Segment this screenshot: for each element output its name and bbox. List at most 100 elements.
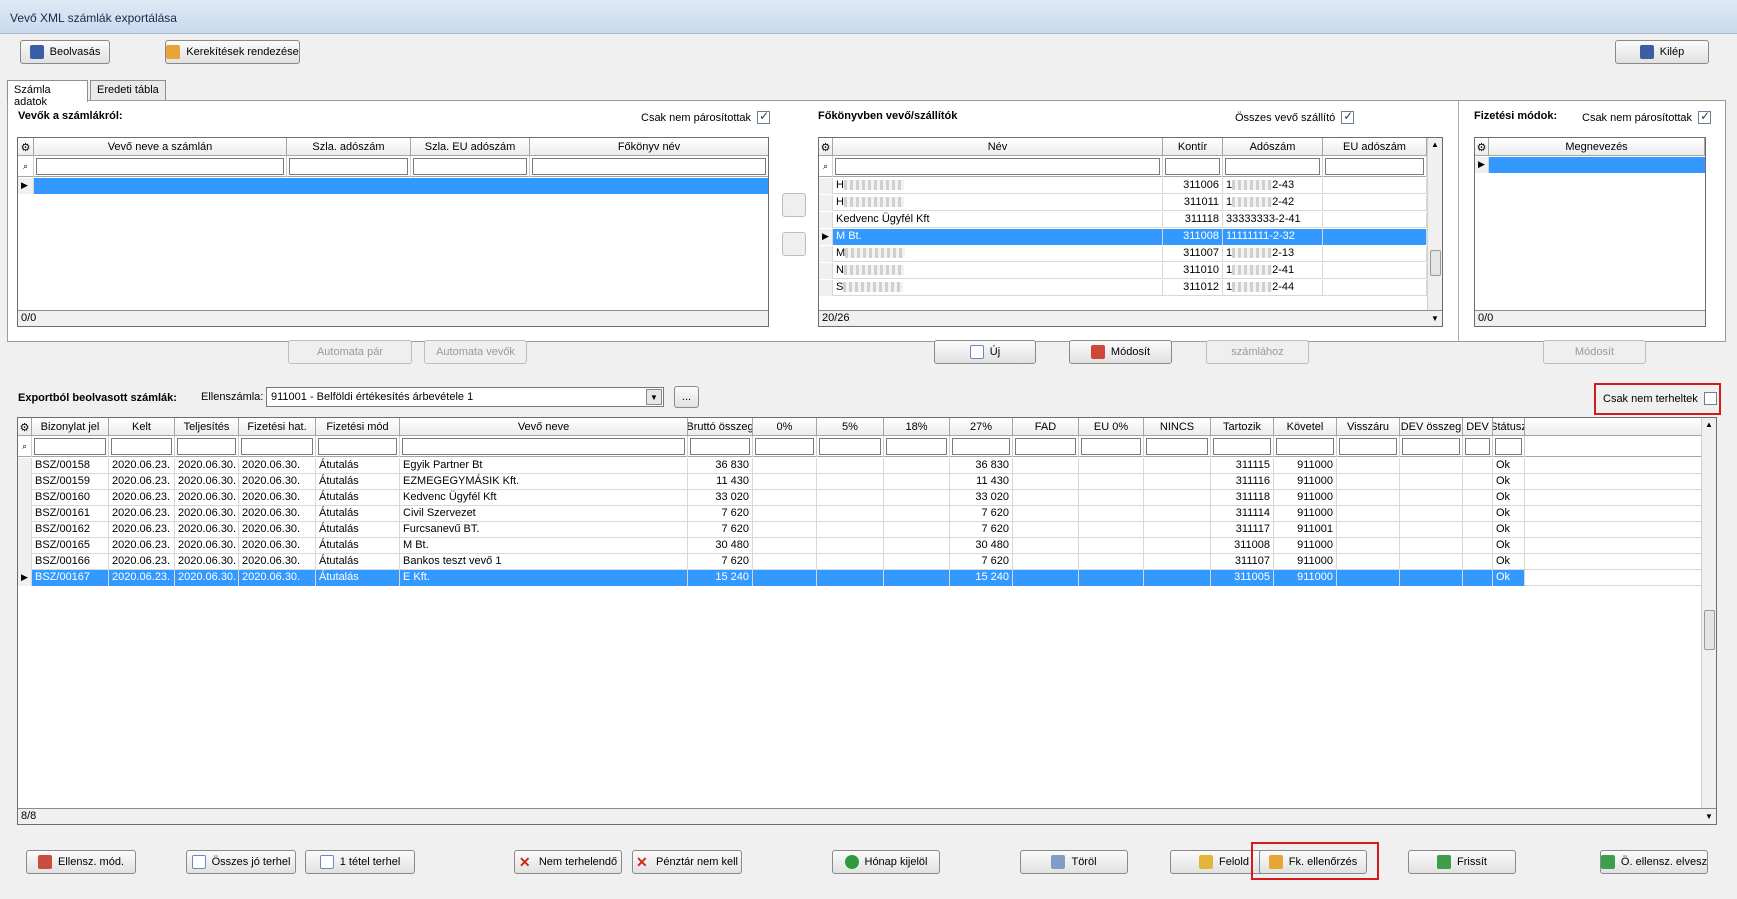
table-row[interactable]: N 311010 1 2-41 [819,263,1427,279]
col-header[interactable]: Kontír [1163,138,1223,156]
table-row[interactable]: H 311006 1 2-43 [819,178,1427,194]
scroll-thumb[interactable] [1430,250,1441,276]
col-header[interactable]: 5% [817,418,884,436]
table-row[interactable]: ▶ M Bt. 311008 11111111-2-32 [819,229,1427,245]
modosit-button[interactable]: Módosít [1069,340,1172,364]
scroll-thumb[interactable] [1704,610,1715,650]
table-row[interactable]: BSZ/00165 2020.06.23. 2020.06.30. 2020.06.3… [18,538,1701,554]
col-header[interactable]: Adószám [1223,138,1323,156]
grid-settings-icon[interactable]: ⚙ [18,418,32,436]
col-header[interactable]: Bizonylat jel [32,418,109,436]
pair-arrow-button[interactable] [782,193,806,217]
filter-input[interactable] [1323,156,1427,177]
filter-input[interactable] [833,156,1163,177]
filter-input[interactable] [950,436,1013,457]
filter-input[interactable] [688,436,753,457]
tab-szamla-adatok[interactable]: Számla adatok [7,80,88,108]
o-ellensz-elvesz-button[interactable]: Ö. ellensz. elvesz [1600,850,1708,874]
filter-input[interactable] [817,436,884,457]
filter-input[interactable] [411,156,530,177]
szamlahoz-button[interactable]: számlához [1206,340,1309,364]
filter-input[interactable] [1337,436,1400,457]
fizmod-modosit-button[interactable]: Módosít [1543,340,1646,364]
ellensz-mod-button[interactable]: Ellensz. mód. [26,850,136,874]
col-header[interactable]: Visszáru [1337,418,1400,436]
uj-button[interactable]: Új [934,340,1036,364]
vertical-scrollbar[interactable]: ▲ ▼ [1427,138,1442,323]
table-row[interactable]: BSZ/00162 2020.06.23. 2020.06.30. 2020.06.3… [18,522,1701,538]
filter-input[interactable] [32,436,109,457]
col-header[interactable]: Fizetési hat. [239,418,316,436]
filter-input[interactable] [1493,436,1525,457]
automata-par-button[interactable]: Automata pár [288,340,412,364]
unpair-arrow-button[interactable] [782,232,806,256]
filter-input[interactable] [753,436,817,457]
col-header[interactable]: Teljesítés [175,418,239,436]
penztar-nem-kell-button[interactable]: ✕ Pénztár nem kell [632,850,742,874]
filter-input[interactable] [1223,156,1323,177]
col-header[interactable]: DEV [1463,418,1493,436]
table-row[interactable]: BSZ/00159 2020.06.23. 2020.06.30. 2020.06.3… [18,474,1701,490]
ellenszamla-select[interactable]: 911001 - Belföldi értékesítés árbevétele… [266,387,664,407]
chevron-down-icon[interactable]: ▼ [646,389,662,405]
col-header[interactable]: Követel [1274,418,1337,436]
filter-input[interactable] [1274,436,1337,457]
col-header[interactable]: 27% [950,418,1013,436]
filter-input[interactable] [1144,436,1211,457]
table-row[interactable]: M 311007 1 2-13 [819,246,1427,262]
scroll-up-icon[interactable]: ▲ [1431,140,1439,149]
filter-input[interactable] [287,156,411,177]
kerekitesek-button[interactable]: Kerekítések rendezése [165,40,300,64]
col-header[interactable]: EU adószám [1323,138,1427,156]
filter-input[interactable] [1079,436,1144,457]
table-row[interactable]: BSZ/00166 2020.06.23. 2020.06.30. 2020.06.3… [18,554,1701,570]
nem-terhelendo-button[interactable]: ✕ Nem terhelendő [514,850,622,874]
right-unpaired-checkbox[interactable]: Csak nem párosítottak [1582,109,1712,124]
table-row[interactable]: ▶ [18,178,768,194]
browse-button[interactable]: ... [674,386,699,408]
col-header[interactable]: FAD [1013,418,1079,436]
col-header[interactable]: 18% [884,418,950,436]
beolvasas-button[interactable]: Beolvasás [20,40,110,64]
filter-input[interactable] [1463,436,1493,457]
col-header[interactable]: Név [833,138,1163,156]
filter-input[interactable] [316,436,400,457]
col-header[interactable]: Megnevezés [1489,138,1705,156]
filter-input[interactable] [34,156,287,177]
egy-tetel-terhel-button[interactable]: 1 tétel terhel [305,850,415,874]
tab-eredeti-tabla[interactable]: Eredeti tábla [90,80,166,101]
table-row[interactable]: BSZ/00160 2020.06.23. 2020.06.30. 2020.06.3… [18,490,1701,506]
col-header[interactable]: Kelt [109,418,175,436]
col-header[interactable]: Szla. EU adószám [411,138,530,156]
table-row[interactable]: BSZ/00161 2020.06.23. 2020.06.30. 2020.06.3… [18,506,1701,522]
table-row[interactable]: BSZ/00158 2020.06.23. 2020.06.30. 2020.06.3… [18,458,1701,474]
table-row[interactable]: ▶ BSZ/00167 2020.06.23. 2020.06.30. 2020.06.… [18,570,1701,586]
scroll-down-icon[interactable]: ▼ [1705,812,1713,821]
osszes-jo-terhel-button[interactable]: Összes jó terhel [186,850,296,874]
grid-settings-icon[interactable]: ⚙ [1475,138,1489,156]
col-header[interactable]: EU 0% [1079,418,1144,436]
col-header[interactable]: Státusz [1493,418,1525,436]
col-header[interactable]: DEV összeg [1400,418,1463,436]
frissit-button[interactable]: Frissít [1408,850,1516,874]
automata-vevok-button[interactable]: Automata vevők [424,340,527,364]
table-row[interactable]: H 311011 1 2-42 [819,195,1427,211]
grid-settings-icon[interactable]: ⚙ [819,138,833,156]
filter-input[interactable] [175,436,239,457]
filter-input[interactable] [1400,436,1463,457]
filter-input[interactable] [400,436,688,457]
scroll-up-icon[interactable]: ▲ [1705,420,1713,429]
col-header[interactable]: Vevő neve a számlán [34,138,287,156]
col-header[interactable]: Vevő neve [400,418,688,436]
table-row[interactable]: S 311012 1 2-44 [819,280,1427,296]
col-header[interactable]: Fizetési mód [316,418,400,436]
table-row[interactable]: Kedvenc Ügyfél Kft 311118 33333333-2-41 [819,212,1427,228]
filter-input[interactable] [530,156,768,177]
filter-input[interactable] [884,436,950,457]
filter-input[interactable] [1163,156,1223,177]
filter-input[interactable] [1211,436,1274,457]
left-unpaired-checkbox[interactable]: Csak nem párosítottak [641,109,771,124]
col-header[interactable]: NINCS [1144,418,1211,436]
torol-button[interactable]: Töröl [1020,850,1128,874]
col-header[interactable]: Tartozik [1211,418,1274,436]
